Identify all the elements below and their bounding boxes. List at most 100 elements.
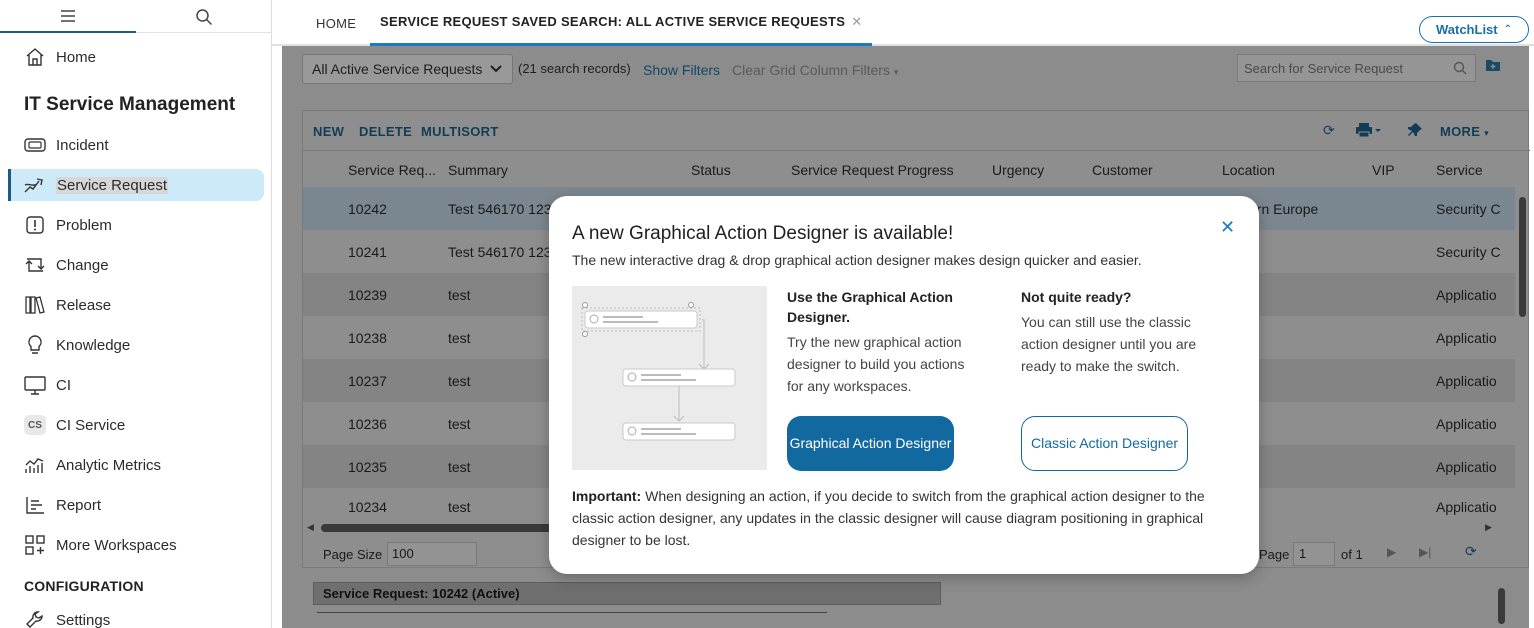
detail-scrollbar[interactable] [1496, 572, 1506, 628]
graphical-designer-text: Try the new graphical action designer to… [787, 334, 965, 394]
incident-icon [23, 133, 47, 157]
sidebar-item-settings[interactable]: Settings [8, 604, 264, 628]
tab-home[interactable]: HOME [316, 0, 356, 46]
wrench-icon [23, 608, 47, 628]
page-label: Page [1259, 547, 1290, 562]
watchlist-label: WatchList [1435, 22, 1498, 37]
config-heading: CONFIGURATION [24, 578, 144, 594]
change-icon [23, 253, 47, 277]
sidebar-item-ci-service[interactable]: CS CI Service [8, 409, 264, 441]
cell-id: 10235 [348, 459, 387, 475]
sidebar-item-ci[interactable]: CI [8, 369, 264, 401]
graphical-action-designer-button[interactable]: Graphical Action Designer [787, 416, 954, 471]
column-header[interactable]: Service Request Progress [791, 162, 954, 178]
sidebar-item-label: Analytic Metrics [56, 456, 162, 474]
lightbulb-icon [23, 333, 47, 357]
monitor-icon [23, 373, 47, 397]
workspaces-icon [23, 533, 47, 557]
page-size-input[interactable]: 100 [387, 542, 477, 566]
vertical-scrollbar[interactable] [1517, 187, 1527, 517]
sidebar-item-label: More Workspaces [56, 536, 177, 554]
column-header[interactable]: Service [1436, 162, 1483, 178]
sidebar: Home IT Service Management Incident Serv… [0, 0, 272, 628]
service-request-icon [23, 173, 47, 197]
search-input[interactable]: Search for Service Request [1237, 54, 1476, 82]
sidebar-item-incident[interactable]: Incident [8, 129, 264, 161]
cell-id: 10241 [348, 244, 387, 260]
close-icon[interactable]: ✕ [851, 14, 862, 30]
sidebar-item-label: Report [56, 496, 102, 514]
cell-summary: Test 546170 1234 [448, 201, 560, 217]
new-button[interactable]: NEW [313, 124, 344, 139]
modal-subtitle: The new interactive drag & drop graphica… [572, 252, 1142, 268]
note-label: Important: [572, 488, 642, 504]
tab-bar: HOME SERVICE REQUEST SAVED SEARCH: ALL A… [272, 0, 1534, 46]
cell-summary: test [448, 287, 471, 303]
column-header[interactable]: Status [691, 162, 731, 178]
delete-button[interactable]: DELETE [359, 124, 412, 139]
menu-button[interactable] [0, 0, 136, 33]
more-button[interactable]: MORE ▾ [1440, 124, 1489, 139]
detail-tab[interactable]: Service Request: 10242 (Active) [313, 582, 941, 605]
sidebar-item-service-request[interactable]: Service Request [8, 169, 264, 201]
clear-filters-link[interactable]: Clear Grid Column Filters ▾ [732, 62, 898, 78]
sidebar-item-home[interactable]: Home [8, 41, 264, 73]
cell-service: Applicatio [1436, 330, 1497, 346]
refresh-icon[interactable]: ⟳ [1465, 543, 1477, 560]
next-page-icon[interactable]: ▶ [1387, 545, 1396, 559]
page-input[interactable]: 1 [1293, 542, 1335, 566]
hamburger-icon [61, 9, 75, 22]
grid-header: Service Req... Summary Status Service Re… [303, 151, 1530, 185]
sidebar-item-more-workspaces[interactable]: More Workspaces [8, 529, 264, 561]
sidebar-item-analytic-metrics[interactable]: Analytic Metrics [8, 449, 264, 481]
report-icon [23, 493, 47, 517]
problem-icon [23, 213, 47, 237]
column-header[interactable]: Customer [1092, 162, 1153, 178]
sidebar-item-label: Problem [56, 216, 112, 234]
sidebar-item-label: Incident [56, 136, 109, 154]
show-filters-link[interactable]: Show Filters [643, 62, 720, 78]
column-header[interactable]: Summary [448, 162, 508, 178]
page-size-label: Page Size [323, 547, 383, 562]
search-icon [196, 8, 213, 25]
sidebar-item-knowledge[interactable]: Knowledge [8, 329, 264, 361]
cell-summary: test [448, 499, 471, 515]
column-header[interactable]: VIP [1372, 162, 1395, 178]
column-header[interactable]: Urgency [992, 162, 1044, 178]
chevron-down-icon [490, 62, 503, 76]
multisort-button[interactable]: MULTISORT [421, 124, 499, 139]
saved-search-value: All Active Service Requests [312, 61, 483, 77]
print-icon[interactable] [1355, 122, 1381, 141]
sidebar-item-problem[interactable]: Problem [8, 209, 264, 241]
detail-panel: Service Request: 10242 (Active) [302, 572, 1529, 628]
last-page-icon[interactable]: ▶| [1419, 545, 1431, 559]
watchlist-button[interactable]: WatchList ⌃ [1419, 16, 1529, 43]
cell-summary: test [448, 416, 471, 432]
sidebar-item-label: Service Request [56, 176, 169, 194]
classic-designer-heading: Not quite ready? [1021, 289, 1132, 305]
folder-icon[interactable] [1485, 58, 1501, 72]
sidebar-item-label: CI Service [56, 416, 126, 434]
cell-id: 10238 [348, 330, 387, 346]
close-icon[interactable]: ✕ [1220, 217, 1235, 238]
analytics-icon [23, 453, 47, 477]
sidebar-item-release[interactable]: Release [8, 289, 264, 321]
tab-saved-search[interactable]: SERVICE REQUEST SAVED SEARCH: ALL ACTIVE… [370, 0, 873, 46]
classic-action-designer-button[interactable]: Classic Action Designer [1021, 416, 1188, 471]
cell-id: 10234 [348, 499, 387, 515]
column-header[interactable]: Service Req... [348, 162, 436, 178]
sidebar-item-label: Change [56, 256, 109, 274]
refresh-icon[interactable]: ⟳ [1323, 122, 1335, 139]
sidebar-item-label: Release [56, 296, 112, 314]
cell-summary: test [448, 373, 471, 389]
grid-toolbar: NEW DELETE MULTISORT ⟳ MORE ▾ [303, 111, 1530, 151]
sidebar-item-change[interactable]: Change [8, 249, 264, 281]
column-header[interactable]: Location [1222, 162, 1275, 178]
important-note: Important: When designing an action, if … [572, 485, 1232, 551]
page-of-label: of 1 [1341, 547, 1363, 562]
classic-designer-text: You can still use the classic action des… [1021, 314, 1197, 374]
saved-search-dropdown[interactable]: All Active Service Requests [302, 54, 513, 84]
sidebar-item-report[interactable]: Report [8, 489, 264, 521]
sidebar-search-button[interactable] [136, 0, 271, 33]
pin-icon[interactable] [1407, 122, 1423, 141]
